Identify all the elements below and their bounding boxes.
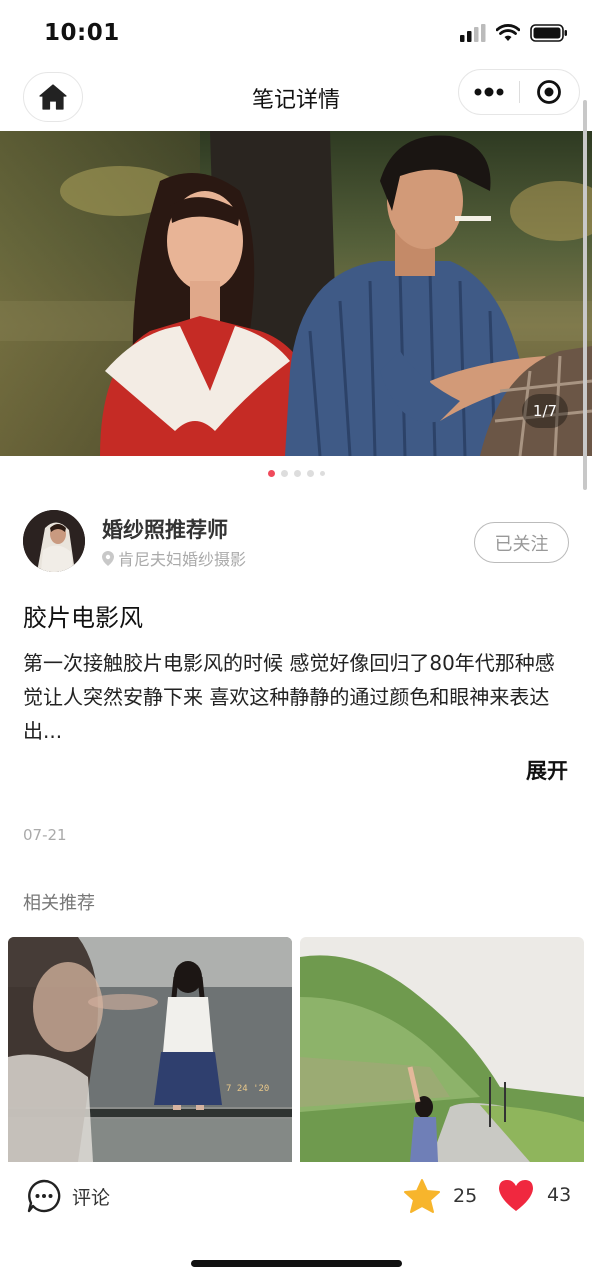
related-grid: 7 24 '20 (8, 937, 584, 1162)
author-row: 婚纱照推荐师 肯尼夫妇婚纱摄影 已关注 (23, 510, 569, 574)
related-card-image (300, 937, 584, 1162)
related-card[interactable] (300, 937, 584, 1162)
more-icon (474, 87, 504, 97)
heart-icon (499, 1180, 533, 1211)
carousel-dot-active (267, 470, 275, 477)
star-icon (404, 1179, 440, 1213)
note-body: 第一次接触胶片电影风的时候 感觉好像回归了80年代那种感觉让人突然安静下来 喜欢… (23, 651, 555, 743)
comment-icon (27, 1179, 61, 1213)
close-target-icon (537, 80, 562, 104)
carousel-dot (293, 470, 301, 477)
note-date: 07-21 (23, 826, 67, 844)
battery-icon (530, 24, 567, 42)
carousel-dot (319, 471, 325, 476)
bottom-action-bar: 评论 25 43 (0, 1162, 592, 1280)
author-name[interactable]: 婚纱照推荐师 (102, 514, 228, 544)
wifi-icon (496, 24, 520, 41)
star-button[interactable]: 25 (403, 1178, 477, 1214)
close-button[interactable] (520, 69, 579, 115)
like-count: 43 (547, 1184, 572, 1206)
comment-button[interactable]: 评论 (26, 1178, 110, 1214)
scrollbar[interactable] (583, 100, 587, 490)
comment-label: 评论 (72, 1186, 111, 1209)
carousel-indicator (0, 470, 592, 477)
related-card-image: 7 24 '20 (8, 937, 292, 1162)
image-counter: 1/7 (522, 394, 568, 428)
related-card[interactable]: 7 24 '20 (8, 937, 292, 1162)
status-bar: 10:01 (0, 0, 592, 64)
author-location: 肯尼夫妇婚纱摄影 (102, 546, 246, 570)
avatar[interactable] (23, 510, 85, 572)
star-count: 25 (453, 1185, 478, 1207)
author-location-text: 肯尼夫妇婚纱摄影 (118, 550, 247, 569)
note-image-carousel[interactable]: 1/7 (0, 131, 592, 456)
more-button[interactable] (459, 69, 519, 115)
expand-button[interactable]: 展开 (526, 755, 568, 785)
note-photo (0, 131, 592, 456)
related-section-title: 相关推荐 (23, 893, 95, 914)
home-indicator (191, 1260, 402, 1267)
status-icons (460, 24, 568, 42)
mini-program-capsule (458, 69, 580, 115)
note-title: 胶片电影风 (23, 604, 143, 632)
film-timestamp: 7 24 '20 (226, 1084, 269, 1094)
follow-button[interactable]: 已关注 (474, 522, 569, 563)
nav-bar: 笔记详情 (0, 64, 592, 130)
status-time: 10:01 (44, 20, 120, 46)
avatar-image (23, 510, 85, 572)
signal-icon (460, 24, 486, 42)
carousel-dot (306, 470, 314, 477)
like-button[interactable]: 43 (497, 1178, 571, 1212)
carousel-dot (280, 470, 288, 477)
location-pin-icon (102, 550, 114, 566)
